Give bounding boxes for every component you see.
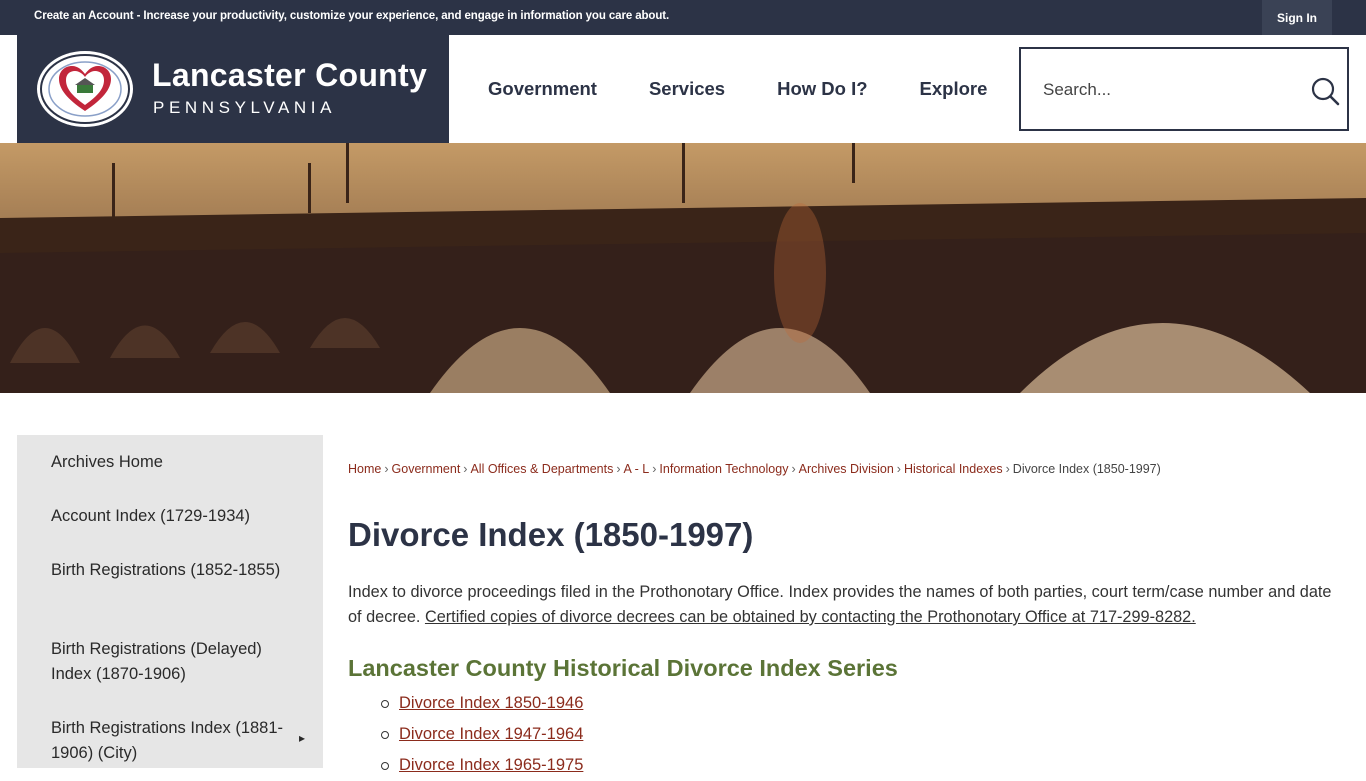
search-box (1019, 47, 1349, 131)
brand-subtitle: PENNSYLVANIA (153, 98, 337, 117)
caret-right-icon[interactable]: ▸ (299, 731, 305, 745)
search-input[interactable] (1043, 76, 1293, 104)
breadcrumb-a-l[interactable]: A - L (624, 462, 650, 476)
main-nav: Government Services How Do I? Explore (462, 35, 1013, 143)
nav-explore[interactable]: Explore (894, 78, 1014, 100)
breadcrumb-information-technology[interactable]: Information Technology (659, 462, 788, 476)
search-icon[interactable] (1309, 75, 1341, 107)
sign-in-button[interactable]: Sign In (1262, 0, 1332, 35)
breadcrumb-separator: › (616, 462, 621, 476)
breadcrumb-home[interactable]: Home (348, 462, 381, 476)
breadcrumb: Home › Government › All Offices & Department… (348, 462, 1161, 476)
breadcrumb-government[interactable]: Government (392, 462, 461, 476)
nav-how-do-i[interactable]: How Do I? (751, 78, 893, 100)
breadcrumb-separator: › (1005, 462, 1010, 476)
create-account-link[interactable]: Create an Account - Increase your produc… (34, 10, 669, 22)
home-logo-link[interactable]: Lancaster County PENNSYLVANIA (17, 35, 449, 143)
series-link-1965-1975[interactable]: Divorce Index 1965-1975 (399, 756, 583, 774)
series-link-1947-1964[interactable]: Divorce Index 1947-1964 (399, 725, 583, 743)
breadcrumb-all-offices[interactable]: All Offices & Departments (470, 462, 613, 476)
breadcrumb-separator: › (463, 462, 468, 476)
intro-paragraph: Index to divorce proceedings filed in th… (348, 580, 1338, 630)
nav-services[interactable]: Services (623, 78, 751, 100)
page-title: Divorce Index (1850-1997) (348, 516, 754, 553)
brand-title: Lancaster County (152, 57, 428, 93)
breadcrumb-separator: › (896, 462, 901, 476)
series-link-1850-1946[interactable]: Divorce Index 1850-1946 (399, 694, 583, 712)
sidebar-nav: Archives Home Account Index (1729-1934) … (17, 435, 323, 768)
prothonotary-contact-link[interactable]: Certified copies of divorce decrees can … (425, 608, 1196, 626)
series-heading: Lancaster County Historical Divorce Inde… (348, 655, 898, 681)
breadcrumb-separator: › (652, 462, 657, 476)
breadcrumb-archives-division[interactable]: Archives Division (799, 462, 894, 476)
breadcrumb-separator: › (791, 462, 796, 476)
sidebar-item-birth-registrations-delayed[interactable]: Birth Registrations (Delayed) Index (187… (51, 637, 291, 687)
list-item: Divorce Index 1850-1946 (378, 688, 583, 719)
list-item: Divorce Index 1947-1964 (378, 719, 583, 750)
sidebar-item-birth-registrations-index-city[interactable]: Birth Registrations Index (1881-1906) (C… (51, 716, 291, 766)
breadcrumb-separator: › (384, 462, 389, 476)
sidebar-item-account-index[interactable]: Account Index (1729-1934) (51, 504, 291, 529)
banner-image (0, 143, 1366, 393)
sidebar-item-archives-home[interactable]: Archives Home (51, 450, 291, 475)
series-list: Divorce Index 1850-1946 Divorce Index 19… (378, 688, 583, 781)
sidebar-item-birth-registrations[interactable]: Birth Registrations (1852-1855) (51, 558, 291, 583)
breadcrumb-historical-indexes[interactable]: Historical Indexes (904, 462, 1003, 476)
county-seal-icon (37, 51, 133, 127)
utility-bar: Create an Account - Increase your produc… (0, 0, 1366, 35)
site-header: Lancaster County PENNSYLVANIA Government… (0, 35, 1366, 143)
breadcrumb-current: Divorce Index (1850-1997) (1012, 462, 1161, 476)
list-item: Divorce Index 1965-1975 (378, 750, 583, 781)
nav-government[interactable]: Government (462, 78, 623, 100)
